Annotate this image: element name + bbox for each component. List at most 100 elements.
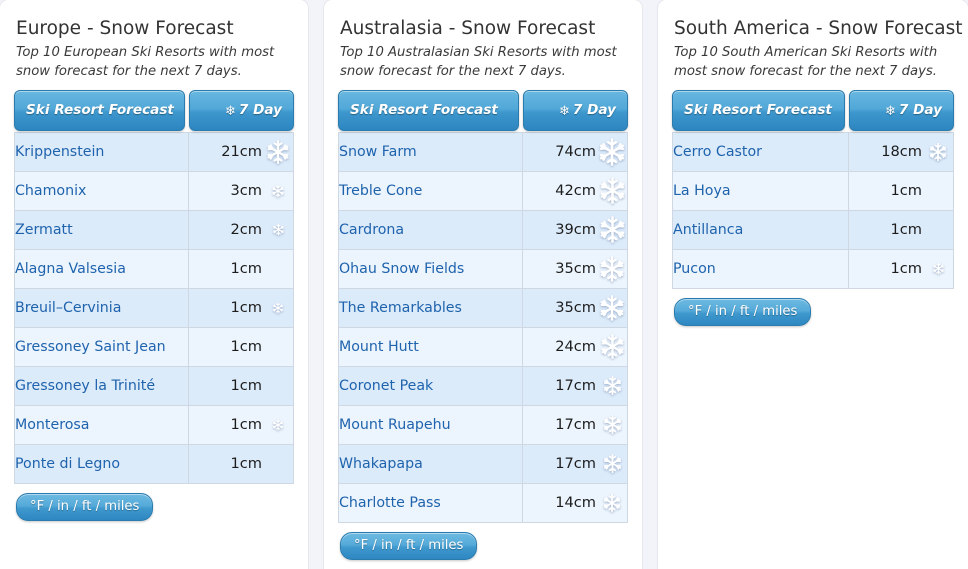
table-header: Ski Resort Forecast ❄ 7 Day (14, 89, 294, 131)
snowflake-icon (928, 142, 948, 162)
amount-wrap: 1cm (890, 182, 953, 199)
resort-link[interactable]: Ohau Snow Fields (339, 261, 464, 277)
resort-link[interactable]: Antillanca (673, 222, 743, 238)
resort-name-cell: Ponte di Legno (14, 443, 189, 484)
column-header-resort[interactable]: Ski Resort Forecast (14, 89, 185, 131)
resort-link[interactable]: Cerro Castor (673, 144, 762, 160)
snowflake-icon: ❄ (885, 103, 896, 119)
snowfall-amount: 21cm (221, 143, 262, 161)
resort-name-cell: Mount Hutt (338, 326, 523, 367)
column-header-7day[interactable]: ❄ 7 Day (849, 89, 954, 131)
units-toggle-button[interactable]: °F / in / ft / miles (16, 492, 154, 521)
snowflake-slot (597, 333, 627, 360)
resort-link[interactable]: Pucon (673, 261, 716, 277)
snowfall-amount-cell: 24cm (522, 326, 628, 367)
units-toggle-button[interactable]: °F / in / ft / miles (340, 531, 478, 560)
resort-link[interactable]: Zermatt (15, 222, 73, 238)
snowflake-slot (597, 215, 627, 244)
amount-wrap: 1cm (230, 455, 293, 472)
resort-link[interactable]: Cardrona (339, 222, 404, 238)
snowflake-icon (598, 215, 627, 244)
resort-link[interactable]: Monterosa (15, 417, 90, 433)
resort-link[interactable]: Gressoney la Trinité (15, 378, 155, 394)
resort-link[interactable]: Charlotte Pass (339, 495, 441, 511)
forecast-table-europe: Krippenstein 21cm Chamonix 3cm Zermatt 2cm Ala… (14, 131, 294, 484)
resort-link[interactable]: Treble Cone (339, 183, 422, 199)
panel-divider (308, 0, 324, 569)
snowflake-icon (272, 419, 284, 431)
column-header-resort[interactable]: Ski Resort Forecast (672, 89, 845, 131)
resort-name-cell: Zermatt (14, 209, 189, 250)
snowfall-amount-cell: 39cm (522, 209, 628, 250)
snowfall-amount-cell: 1cm (188, 326, 294, 367)
amount-wrap: 1cm (890, 260, 953, 277)
page-title: South America - Snow Forecast (674, 18, 963, 39)
snowflake-slot (597, 414, 627, 435)
table-row: Krippenstein 21cm (14, 131, 294, 172)
amount-wrap: 35cm (555, 294, 627, 322)
resort-link[interactable]: Snow Farm (339, 144, 417, 160)
column-header-7day-label: 7 Day (572, 101, 616, 118)
amount-wrap: 17cm (555, 453, 627, 474)
column-header-7day[interactable]: ❄ 7 Day (523, 89, 628, 131)
panel-australasia: Australasia - Snow Forecast Top 10 Austr… (324, 0, 642, 569)
resort-link[interactable]: Gressoney Saint Jean (15, 339, 166, 355)
snowfall-amount-cell: 3cm (188, 170, 294, 211)
amount-wrap: 39cm (555, 215, 627, 244)
snowfall-amount-cell: 1cm (188, 404, 294, 445)
resort-link[interactable]: Ponte di Legno (15, 456, 120, 472)
snowfall-amount: 17cm (555, 416, 596, 434)
snowfall-amount: 14cm (555, 494, 596, 512)
resort-name-cell: La Hoya (672, 170, 849, 211)
resort-name-cell: Whakapapa (338, 443, 523, 484)
amount-wrap: 24cm (555, 333, 627, 360)
snowflake-slot (923, 142, 953, 162)
snowfall-amount: 1cm (230, 338, 262, 356)
snowfall-amount-cell: 2cm (188, 209, 294, 250)
resort-name-cell: Breuil–Cervinia (14, 287, 189, 328)
resort-link[interactable]: La Hoya (673, 183, 731, 199)
snowfall-amount: 1cm (230, 455, 262, 473)
amount-wrap: 18cm (881, 142, 953, 162)
snowfall-amount-cell: 17cm (522, 404, 628, 445)
snowfall-amount-cell: 21cm (188, 131, 294, 172)
resort-link[interactable]: The Remarkables (339, 300, 462, 316)
resort-name-cell: Ohau Snow Fields (338, 248, 523, 289)
snowflake-slot (597, 453, 627, 474)
snowflake-slot (597, 176, 627, 205)
snowflake-icon (602, 453, 623, 474)
resort-name-cell: The Remarkables (338, 287, 523, 328)
resort-link[interactable]: Chamonix (15, 183, 86, 199)
panel-subtitle: Top 10 Australasian Ski Resorts with mos… (340, 45, 617, 80)
amount-wrap: 17cm (555, 414, 627, 435)
snowfall-amount-cell: 1cm (848, 209, 954, 250)
resort-link[interactable]: Mount Hutt (339, 339, 419, 355)
resort-link[interactable]: Whakapapa (339, 456, 423, 472)
snowfall-amount: 1cm (890, 182, 922, 200)
table-row: Snow Farm 74cm (338, 131, 628, 172)
resort-link[interactable]: Alagna Valsesia (15, 261, 126, 277)
resort-link[interactable]: Breuil–Cervinia (15, 300, 121, 316)
amount-wrap: 35cm (555, 255, 627, 283)
snowfall-amount-cell: 1cm (848, 248, 954, 289)
column-header-7day[interactable]: ❄ 7 Day (189, 89, 294, 131)
table-row: Zermatt 2cm (14, 209, 294, 250)
snowfall-amount: 1cm (230, 299, 262, 317)
resort-link[interactable]: Mount Ruapehu (339, 417, 451, 433)
snowfall-amount: 1cm (890, 260, 922, 278)
snowflake-icon (597, 137, 627, 167)
snowflake-slot (597, 493, 627, 513)
snowflake-slot (263, 223, 293, 236)
snowflake-slot (597, 137, 627, 167)
resort-name-cell: Gressoney la Trinité (14, 365, 189, 406)
resort-link[interactable]: Krippenstein (15, 144, 104, 160)
snowfall-amount-cell: 74cm (522, 131, 628, 172)
table-row: Cardrona 39cm (338, 209, 628, 250)
snowfall-amount-cell: 35cm (522, 248, 628, 289)
units-toggle-button[interactable]: °F / in / ft / miles (674, 297, 812, 326)
amount-wrap: 3cm (230, 182, 293, 199)
snowflake-slot (923, 262, 953, 275)
resort-link[interactable]: Coronet Peak (339, 378, 433, 394)
column-header-resort[interactable]: Ski Resort Forecast (338, 89, 519, 131)
snowfall-amount: 74cm (555, 143, 596, 161)
